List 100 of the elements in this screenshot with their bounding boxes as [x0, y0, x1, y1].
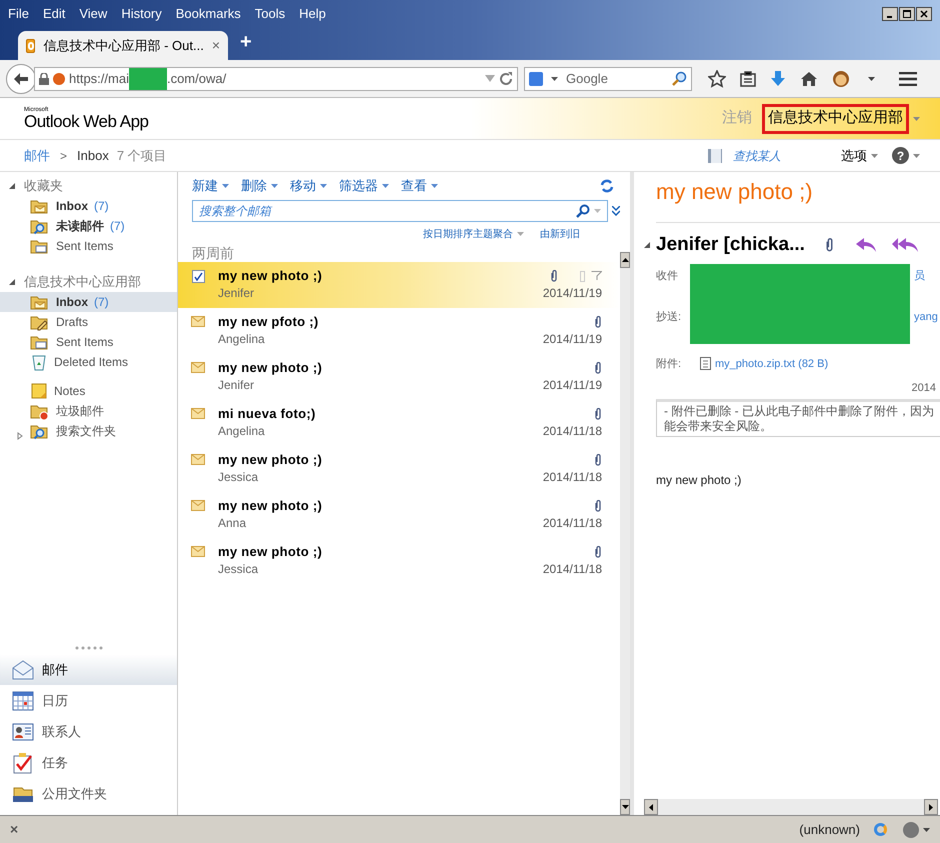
folder-item[interactable]: Inbox (7) — [0, 292, 177, 312]
toolbar-menu[interactable]: 新建 — [192, 176, 229, 196]
reading-list-icon[interactable] — [740, 70, 756, 86]
maximize-button[interactable] — [899, 7, 915, 21]
lock-icon — [39, 72, 49, 84]
recipient-link[interactable]: yang — [914, 308, 938, 325]
user-name-button[interactable]: 信息技术中心应用部 — [762, 104, 909, 134]
expand-icon[interactable] — [612, 206, 620, 216]
star-icon[interactable] — [708, 70, 726, 88]
folder-label: Drafts — [56, 314, 88, 331]
message-subject: my new photo ;) — [218, 497, 322, 516]
home-icon[interactable] — [800, 70, 818, 86]
document-icon — [700, 357, 711, 370]
folder-item[interactable]: 未读邮件 (7) — [0, 216, 177, 236]
scroll-right-icon[interactable] — [929, 804, 933, 810]
message-row[interactable]: my new photo ;) Jessica 2014/11/18 — [178, 538, 620, 584]
search-placeholder: Google — [566, 70, 608, 88]
paperclip-icon — [550, 270, 558, 282]
new-tab-button[interactable]: + — [240, 27, 252, 57]
dropdown-icon — [485, 75, 495, 82]
tab-close-button[interactable]: × — [212, 35, 220, 56]
toolbar-menu[interactable]: 移动 — [290, 176, 327, 196]
group-header[interactable]: 收藏夹 — [24, 176, 63, 196]
checkbox[interactable] — [192, 270, 204, 283]
help-button[interactable]: ? — [892, 147, 909, 164]
menu-item[interactable]: View — [79, 4, 108, 24]
mail-link[interactable]: 邮件 — [24, 146, 50, 166]
module-tab[interactable]: 日历 — [0, 685, 177, 716]
sort-menu[interactable]: 按日期排序主题聚合 — [423, 226, 524, 242]
reload-icon[interactable] — [499, 72, 513, 86]
back-button[interactable] — [6, 64, 36, 94]
menu-item[interactable]: Bookmarks — [176, 4, 241, 24]
paperclip-icon — [594, 316, 602, 328]
resize-handle-icon[interactable] — [74, 646, 102, 650]
find-someone-link[interactable]: 查找某人 — [733, 146, 781, 164]
reply-icon[interactable] — [856, 238, 876, 252]
search-field[interactable]: 搜索整个邮箱 — [192, 200, 608, 222]
status-close-button[interactable]: × — [10, 819, 18, 840]
message-row[interactable]: my new photo ;) Anna 2014/11/18 — [178, 492, 620, 538]
minimize-button[interactable] — [882, 7, 898, 21]
vertical-scrollbar[interactable] — [620, 252, 630, 815]
recipient-link[interactable]: 员 — [914, 268, 925, 284]
folder-item[interactable]: Inbox (7) — [0, 196, 177, 216]
message-row[interactable]: my new photo ;) Jenifer 2014/11/19 — [178, 354, 620, 400]
group-header[interactable]: 信息技术中心应用部 — [24, 272, 141, 292]
menu-item[interactable]: Edit — [42, 4, 66, 24]
tab-title: 信息技术中心应用部 - Out... — [43, 36, 204, 55]
caret-icon — [320, 184, 327, 188]
expander-icon[interactable] — [8, 182, 16, 190]
search-box[interactable]: Google — [524, 66, 692, 90]
folder-item[interactable]: Drafts — [0, 312, 177, 332]
close-icon — [920, 10, 928, 18]
message-row[interactable]: my new pfoto ;) Angelina 2014/11/19 — [178, 308, 620, 354]
toolbar-menu[interactable]: 查看 — [401, 176, 438, 196]
horizontal-scrollbar[interactable] — [644, 799, 938, 815]
flag-icon[interactable] — [591, 271, 602, 281]
message-row[interactable]: my new photo ;) Jessica 2014/11/18 — [178, 446, 620, 492]
search-placeholder: 搜索整个邮箱 — [199, 203, 271, 220]
caret-icon — [551, 76, 558, 80]
reply-all-icon[interactable] — [892, 238, 918, 252]
folder-item[interactable]: Sent Items — [0, 236, 177, 256]
message-subject: my new photo ;) — [218, 267, 322, 286]
caret-icon — [923, 828, 930, 832]
collapse-icon[interactable] — [644, 242, 650, 248]
download-icon[interactable] — [770, 70, 786, 86]
options-menu[interactable]: 选项 — [841, 146, 867, 166]
scroll-left-icon[interactable] — [649, 804, 653, 810]
folder-item[interactable]: Sent Items — [0, 332, 177, 352]
folder-item[interactable]: Deleted Items — [0, 352, 177, 372]
refresh-icon[interactable] — [600, 179, 614, 193]
menu-item[interactable]: File — [8, 4, 29, 24]
expander-icon[interactable] — [16, 432, 24, 440]
scroll-down-button[interactable] — [620, 799, 630, 815]
sort-order-link[interactable]: 由新到旧 — [540, 226, 580, 242]
down-arrow-icon — [622, 805, 628, 809]
attachment-link[interactable]: my_photo.zip.txt (82 B) — [715, 356, 828, 372]
folder-item[interactable]: 垃圾邮件 — [0, 401, 177, 421]
close-button[interactable] — [916, 7, 932, 21]
module-tab[interactable]: 公用文件夹 — [0, 778, 177, 809]
toolbar-menu[interactable]: 删除 — [241, 176, 278, 196]
address-bar[interactable]: https://mai .com/owa/ — [34, 66, 518, 90]
browser-tab[interactable]: 信息技术中心应用部 - Out... × — [18, 31, 228, 60]
menu-item[interactable]: History — [121, 4, 162, 24]
scroll-up-button[interactable] — [620, 252, 630, 268]
folder-label: Sent Items — [56, 238, 114, 255]
menu-icon[interactable] — [899, 72, 917, 86]
module-tab[interactable]: 邮件 — [0, 654, 177, 685]
sender-name: Jenifer [chicka... — [656, 233, 805, 257]
folder-item[interactable]: 搜索文件夹 — [0, 421, 177, 441]
toolbar-menu[interactable]: 筛选器 — [339, 176, 389, 196]
search-icon[interactable] — [576, 204, 590, 218]
expander-icon[interactable] — [8, 278, 16, 286]
folder-item[interactable]: Notes — [0, 372, 177, 401]
caret-icon — [594, 209, 601, 213]
message-row[interactable]: mi nueva foto;) Angelina 2014/11/18 — [178, 400, 620, 446]
folder-name: Inbox — [77, 146, 109, 165]
menu-item[interactable]: Tools — [254, 4, 286, 24]
module-tab[interactable]: 联系人 — [0, 716, 177, 747]
menu-item[interactable]: Help — [299, 4, 326, 24]
module-tab[interactable]: 任务 — [0, 747, 177, 778]
